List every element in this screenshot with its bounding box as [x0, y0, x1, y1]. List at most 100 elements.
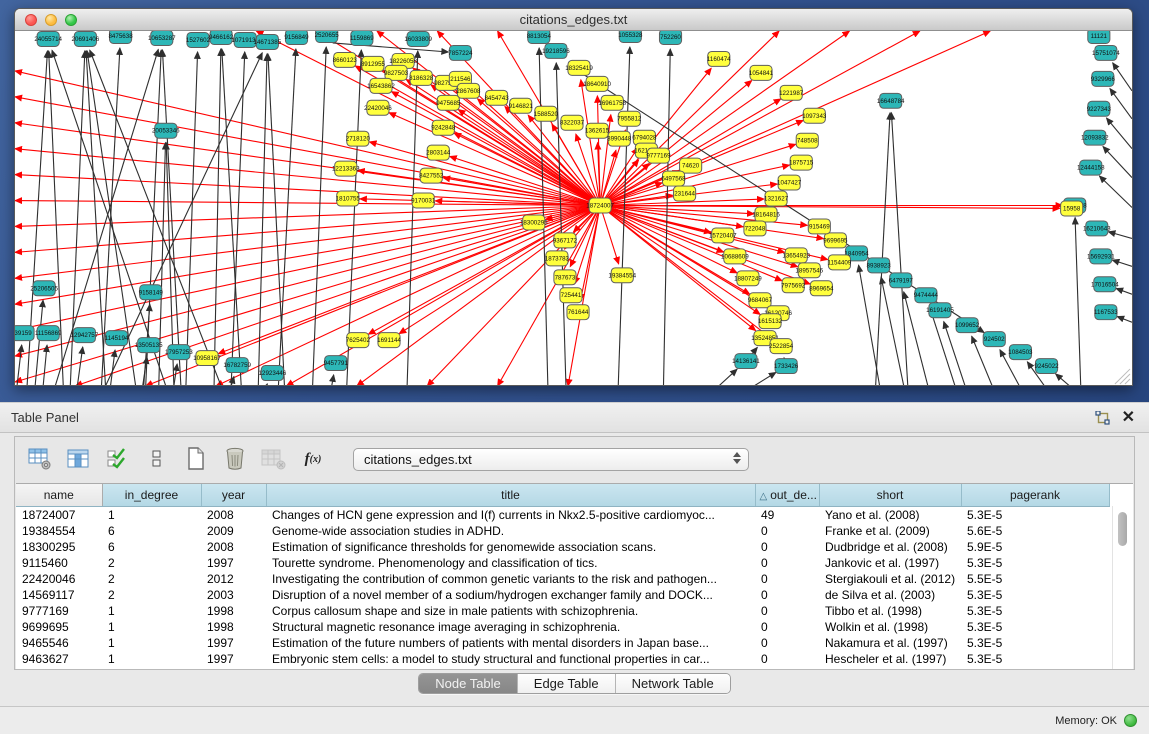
scrollbar-thumb[interactable] [1118, 512, 1127, 546]
edge[interactable] [35, 300, 43, 386]
edge[interactable] [663, 49, 670, 386]
citation-network-graph[interactable]: 2405571420691406847563810653287152760294… [15, 31, 1132, 386]
table-cell[interactable]: 1 [102, 506, 201, 523]
table-cell[interactable]: 0 [755, 571, 819, 587]
tab-network-table[interactable]: Network Table [616, 674, 730, 693]
table-cell[interactable]: 18724007 [16, 506, 102, 523]
edge[interactable] [43, 345, 47, 386]
table-cell[interactable]: 18300295 [16, 539, 102, 555]
table-cell[interactable]: 0 [755, 523, 819, 539]
table-cell[interactable]: 2008 [201, 506, 266, 523]
table-cell[interactable]: 1997 [201, 651, 266, 667]
edge[interactable] [1075, 217, 1081, 386]
table-cell[interactable]: 0 [755, 587, 819, 603]
table-cell[interactable]: 0 [755, 651, 819, 667]
table-cell[interactable]: 5.3E-5 [961, 635, 1109, 651]
table-row[interactable]: 969969511998Structural magnetic resonanc… [16, 619, 1109, 635]
table-cell[interactable]: 1998 [201, 619, 266, 635]
column-header-out-de-[interactable]: △out_de... [755, 484, 819, 506]
table-cell[interactable]: Hescheler et al. (1997) [819, 651, 961, 667]
table-cell[interactable]: 0 [755, 635, 819, 651]
edge[interactable] [77, 347, 82, 386]
network-canvas[interactable]: 2405571420691406847563810653287152760294… [15, 31, 1132, 386]
edge[interactable] [1110, 89, 1132, 119]
table-cell[interactable]: 5.3E-5 [961, 619, 1109, 635]
table-cell[interactable]: 9465546 [16, 635, 102, 651]
table-row[interactable]: 946362711997Embryonic stem cells: a mode… [16, 651, 1109, 667]
table-select-dropdown[interactable]: citations_edges.txt [353, 448, 749, 471]
edge[interactable] [1113, 63, 1132, 91]
table-row[interactable]: 946554611997Estimation of the future num… [16, 635, 1109, 651]
table-cell[interactable]: Tourette syndrome. Phenomenology and cla… [266, 555, 755, 571]
table-cell[interactable]: 5.3E-5 [961, 506, 1109, 523]
table-cell[interactable]: 5.3E-5 [961, 603, 1109, 619]
edge[interactable] [146, 50, 162, 386]
table-cell[interactable]: 1998 [201, 603, 266, 619]
table-cell[interactable]: 1997 [201, 555, 266, 571]
column-header-year[interactable]: year [201, 484, 266, 506]
close-window-button[interactable] [25, 14, 37, 26]
table-cell[interactable]: Investigating the contribution of common… [266, 571, 755, 587]
table-cell[interactable]: Jankovic et al. (1997) [819, 555, 961, 571]
table-cell[interactable]: Wolkin et al. (1998) [819, 619, 961, 635]
table-row[interactable]: 1830029562008Estimation of significance … [16, 539, 1109, 555]
edge[interactable] [1116, 288, 1132, 294]
table-cell[interactable]: 22420046 [16, 571, 102, 587]
table-cell[interactable]: 9777169 [16, 603, 102, 619]
table-cell[interactable]: Franke et al. (2009) [819, 523, 961, 539]
table-cell[interactable]: 5.3E-5 [961, 555, 1109, 571]
table-cell[interactable]: 19384554 [16, 523, 102, 539]
table-cell[interactable]: Tibbo et al. (1998) [819, 603, 961, 619]
table-cell[interactable]: Genome-wide association studies in ADHD. [266, 523, 755, 539]
edge[interactable] [1108, 232, 1132, 239]
network-view-window[interactable]: citations_edges.txt 24055714206914068475… [14, 8, 1133, 386]
table-cell[interactable]: Embryonic stem cells: a model to study s… [266, 651, 755, 667]
table-cell[interactable]: Structural magnetic resonance image aver… [266, 619, 755, 635]
column-header-in-degree[interactable]: in_degree [102, 484, 201, 506]
edge[interactable] [1112, 260, 1132, 266]
table-cell[interactable]: 5.5E-5 [961, 571, 1109, 587]
table-cell[interactable]: Nakamura et al. (1997) [819, 635, 961, 651]
edge[interactable] [881, 277, 904, 386]
edge[interactable] [859, 265, 880, 386]
edge[interactable] [332, 375, 334, 386]
function-builder-icon[interactable]: f(x) [300, 446, 326, 472]
table-cell[interactable]: 1 [102, 651, 201, 667]
edge[interactable] [1099, 176, 1132, 208]
table-cell[interactable]: 1 [102, 603, 201, 619]
table-cell[interactable]: Disruption of a novel member of a sodium… [266, 587, 755, 603]
column-header-pagerank[interactable]: pagerank [961, 484, 1109, 506]
column-header-short[interactable]: short [819, 484, 961, 506]
table-cell[interactable]: 1 [102, 619, 201, 635]
edge[interactable] [891, 113, 907, 386]
table-cell[interactable]: 2 [102, 587, 201, 603]
edge[interactable] [930, 307, 955, 386]
tab-node-table[interactable]: Node Table [419, 674, 518, 693]
edge[interactable] [754, 372, 776, 386]
table-cell[interactable]: Estimation of significance thresholds fo… [266, 539, 755, 555]
table-cell[interactable]: 6 [102, 523, 201, 539]
table-cell[interactable]: 6 [102, 539, 201, 555]
table-options-icon[interactable] [144, 446, 170, 472]
table-cell[interactable]: 5.9E-5 [961, 539, 1109, 555]
edge[interactable] [162, 50, 180, 386]
table-row[interactable]: 1938455462009Genome-wide association stu… [16, 523, 1109, 539]
table-cell[interactable]: Stergiakouli et al. (2012) [819, 571, 961, 587]
table-cell[interactable]: 9463627 [16, 651, 102, 667]
table-row[interactable]: 1872400712008Changes of HCN gene express… [16, 506, 1109, 523]
close-icon[interactable]: ✕ [1122, 410, 1135, 426]
table-cell[interactable]: de Silva et al. (2003) [819, 587, 961, 603]
row-selection-icon[interactable] [105, 446, 131, 472]
table-vertical-scrollbar[interactable] [1117, 508, 1129, 668]
table-cell[interactable]: 5.3E-5 [961, 651, 1109, 667]
table-cell[interactable]: 2009 [201, 523, 266, 539]
table-cell[interactable]: Estimation of the future numbers of pati… [266, 635, 755, 651]
table-cell[interactable]: 2 [102, 555, 201, 571]
edge[interactable] [1106, 118, 1132, 149]
table-cell[interactable]: 0 [755, 603, 819, 619]
table-cell[interactable]: Yano et al. (2008) [819, 506, 961, 523]
network-window-titlebar[interactable]: citations_edges.txt [15, 9, 1132, 31]
table-cell[interactable]: 2003 [201, 587, 266, 603]
table-cell[interactable]: 1 [102, 635, 201, 651]
table-mode-icon[interactable] [27, 446, 53, 472]
